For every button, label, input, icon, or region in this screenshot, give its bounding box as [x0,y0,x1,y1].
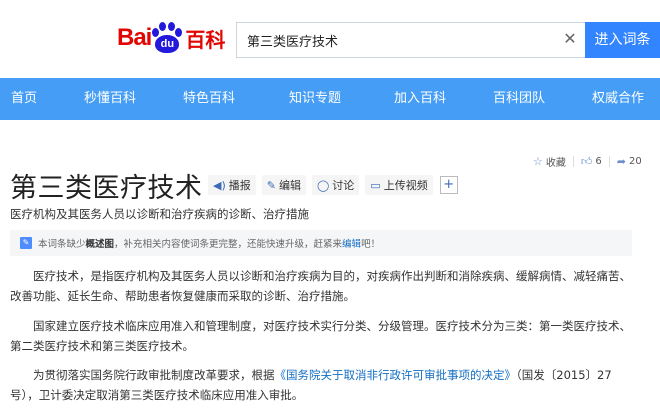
upload-video-button[interactable]: ▭ 上传视频 [365,175,433,195]
video-icon: ▭ [370,178,381,192]
paragraph-3: 为贯彻落实国务院行政审批制度改革要求，根据《国务院关于取消非行政许可审批事项的决… [10,365,632,405]
edit-label: 编辑 [278,179,301,192]
broadcast-button[interactable]: ◀) 播报 [208,175,256,195]
paragraph-3-text-a: 为贯彻落实国务院行政审批制度改革要求，根据 [33,368,275,382]
speaker-icon: ◀) [213,178,226,192]
like-count: 6 [595,155,602,167]
incomplete-notice: ✎ 本词条缺少 概述图 ，补充相关内容使词条更完整，还能快速升级，赶紧来 编辑 … [10,230,632,256]
share-count: 20 [628,155,642,167]
add-button[interactable]: + [439,176,458,194]
site-header: Bai du 百科 ✕ 进入词条 [0,0,660,78]
clear-icon[interactable]: ✕ [562,31,578,47]
pencil-icon: ✎ [20,237,32,249]
notice-prefix: 本词条缺少 [38,239,86,250]
edit-button[interactable]: ✎ 编辑 [261,175,306,195]
notice-suffix: 吧！ [361,239,381,250]
nav-item-join[interactable]: 加入百科 [394,78,446,120]
divider [572,155,574,167]
nav-item-cooperation[interactable]: 权威合作 [592,78,644,120]
title-actions: ◀) 播报 ✎ 编辑 ◯ 讨论 ▭ 上传视频 + [208,175,458,195]
enter-entry-button[interactable]: 进入词条 [585,22,660,58]
collect-label: 收藏 [545,157,566,169]
edit-icon: ✎ [266,178,276,192]
nav-item-team[interactable]: 百科团队 [493,78,545,120]
logo-du-text: du [155,35,180,53]
thumbs-up-icon: 👍︎ [580,154,593,168]
share-button[interactable]: ➦ 20 [617,155,642,168]
like-button[interactable]: 👍︎ 6 [581,155,602,168]
nav-item-miaodong[interactable]: 秒懂百科 [84,78,136,120]
main-nav: 首页 秒懂百科 特色百科 知识专题 加入百科 百科团队 权威合作 [0,78,660,120]
star-icon: ☆ [533,154,543,168]
broadcast-label: 播报 [228,179,251,192]
collect-button[interactable]: ☆ 收藏 [533,154,566,169]
entry-subtitle: 医疗机构及其医务人员以诊断和治疗疾病的诊断、治疗措施 [10,207,309,221]
baidu-baike-logo[interactable]: Bai du 百科 [117,18,225,58]
comment-icon: ◯ [316,178,330,192]
notice-middle: ，补充相关内容使词条更完整，还能快速升级，赶紧来 [114,239,343,250]
logo-text: Bai [117,24,152,51]
nav-item-topics[interactable]: 知识专题 [289,78,341,120]
share-icon: ➦ [616,154,626,168]
nav-item-home[interactable]: 首页 [11,78,37,120]
paw-icon: du [152,22,183,54]
nav-item-featured[interactable]: 特色百科 [183,78,235,120]
upload-video-label: 上传视频 [383,179,428,192]
search-box: ✕ [236,22,586,58]
discuss-label: 讨论 [332,179,355,192]
page-title: 第三类医疗技术 [10,172,203,204]
paragraph-2: 国家建立医疗技术临床应用准入和管理制度，对医疗技术实行分类、分级管理。医疗技术分… [10,319,631,353]
paragraph-1: 医疗技术，是指医疗机构及其医务人员以诊断和治疗疾病为目的，对疾病作出判断和消除疾… [10,269,631,303]
state-council-decision-link[interactable]: 《国务院关于取消非行政许可审批事项的决定》 [275,368,517,382]
entry-stats: ☆ 收藏 👍︎ 6 ➦ 20 [533,154,642,169]
title-row: 第三类医疗技术 [10,165,203,205]
divider [608,155,610,167]
discuss-button[interactable]: ◯ 讨论 [311,175,360,195]
notice-bold: 概述图 [85,239,115,250]
search-input[interactable] [237,23,557,57]
notice-edit-link[interactable]: 编辑 [342,236,361,250]
logo-baike-text: 百科 [185,27,226,52]
